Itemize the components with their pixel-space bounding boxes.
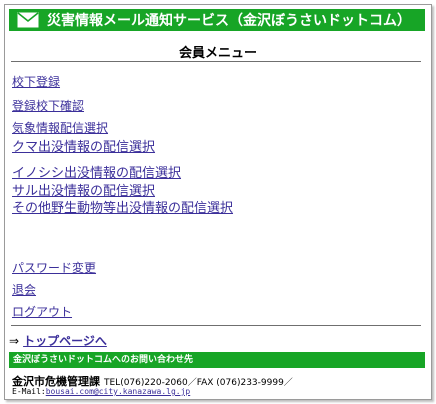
page-frame: 災害情報メール通知サービス（金沢ぼうさいドットコム） 会員メニュー 校下登録 登… xyxy=(4,4,432,400)
mail-line: E-Mail:bousai.com@city.kanazawa.lg.jp xyxy=(12,387,190,396)
divider xyxy=(11,325,421,326)
menu-link-logout[interactable]: ログアウト xyxy=(12,303,72,320)
header-title: 災害情報メール通知サービス（金沢ぼうさいドットコム） xyxy=(47,13,411,29)
mail-prefix: E-Mail: xyxy=(12,387,46,396)
top-page-nav: ⇒ トップページへ xyxy=(9,332,107,349)
menu-link-kouka-register[interactable]: 校下登録 xyxy=(12,73,60,90)
menu-link-other-wildlife-select[interactable]: その他野生動物等出没情報の配信選択 xyxy=(12,197,233,216)
menu-link-boar-select[interactable]: イノシシ出没情報の配信選択 xyxy=(12,162,181,181)
menu-link-unsubscribe[interactable]: 退会 xyxy=(12,281,36,298)
menu-link-password-change[interactable]: パスワード変更 xyxy=(12,259,96,276)
arrow-right-icon: ⇒ xyxy=(9,334,20,348)
menu-link-weather-select[interactable]: 気象情報配信選択 xyxy=(12,119,108,136)
header-banner: 災害情報メール通知サービス（金沢ぼうさいドットコム） xyxy=(9,9,425,31)
menu-link-bear-select[interactable]: クマ出没情報の配信選択 xyxy=(12,136,155,155)
menu-link-kouka-confirm[interactable]: 登録校下確認 xyxy=(12,97,84,114)
contact-bar: 金沢ぼうさいドットコムへのお問い合わせ先 xyxy=(9,352,425,368)
email-link[interactable]: bousai.com@city.kanazawa.lg.jp xyxy=(46,387,191,396)
divider xyxy=(11,61,421,62)
page-title: 会員メニュー xyxy=(178,46,257,61)
top-page-link[interactable]: トップページへ xyxy=(23,334,107,348)
envelope-icon xyxy=(17,12,39,28)
